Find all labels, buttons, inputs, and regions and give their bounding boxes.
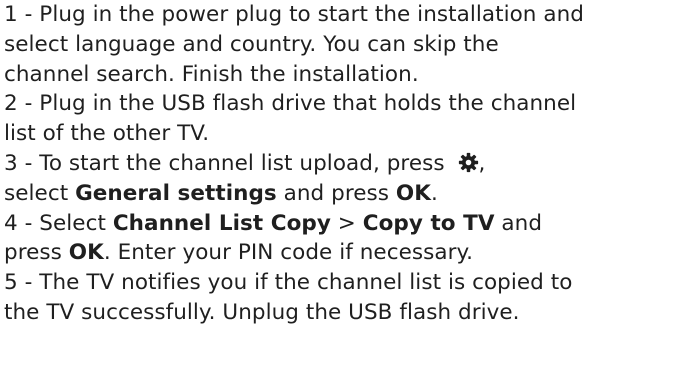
step-1-line-2: select language and country. You can ski… (4, 31, 499, 57)
step-4-line-1: 4 - Select Channel List Copy > Copy to T… (4, 209, 687, 239)
menu-separator: > (330, 210, 363, 236)
step-2-line-2: list of the other TV. (4, 121, 210, 147)
step-4-line-2: press OK. Enter your PIN code if necessa… (4, 238, 687, 268)
menu-item-channel-list-copy: Channel List Copy (112, 210, 331, 236)
step-4-pin-text: . Enter your PIN code if necessary. (103, 240, 474, 266)
step-3-line-1: 3 - To start the channel list upload, pr… (4, 149, 687, 179)
step-4-select-text: 4 - Select (4, 210, 113, 236)
step-2-line-1: 2 - Plug in the USB flash drive that hol… (4, 91, 577, 117)
menu-item-copy-to-tv: Copy to TV (362, 210, 495, 236)
step-3-comma: , (478, 150, 486, 176)
key-ok: OK (68, 240, 104, 266)
step-4-press-text: press (4, 240, 69, 266)
step-3-period: . (430, 180, 438, 206)
key-ok: OK (395, 180, 431, 206)
gear-icon (458, 152, 479, 173)
instruction-page: 1 - Plug in the power plug to start the … (0, 0, 687, 360)
step-5-line-1: 5 - The TV notifies you if the channel l… (4, 270, 573, 296)
step-1-line-3: channel search. Finish the installation. (4, 61, 419, 87)
step-1-line-1: 1 - Plug in the power plug to start the … (4, 2, 584, 27)
step-4-and-text: and (494, 210, 543, 236)
step-3-text: 3 - To start the channel list upload, pr… (4, 150, 452, 176)
step-5-line-2: the TV successfully. Unplug the USB flas… (4, 299, 520, 325)
step-3-line-2: select General settings and press OK. (4, 179, 687, 209)
menu-item-general-settings: General settings (75, 180, 277, 206)
step-3-press-text: and press (276, 180, 396, 206)
step-3-select-text: select (4, 180, 76, 206)
